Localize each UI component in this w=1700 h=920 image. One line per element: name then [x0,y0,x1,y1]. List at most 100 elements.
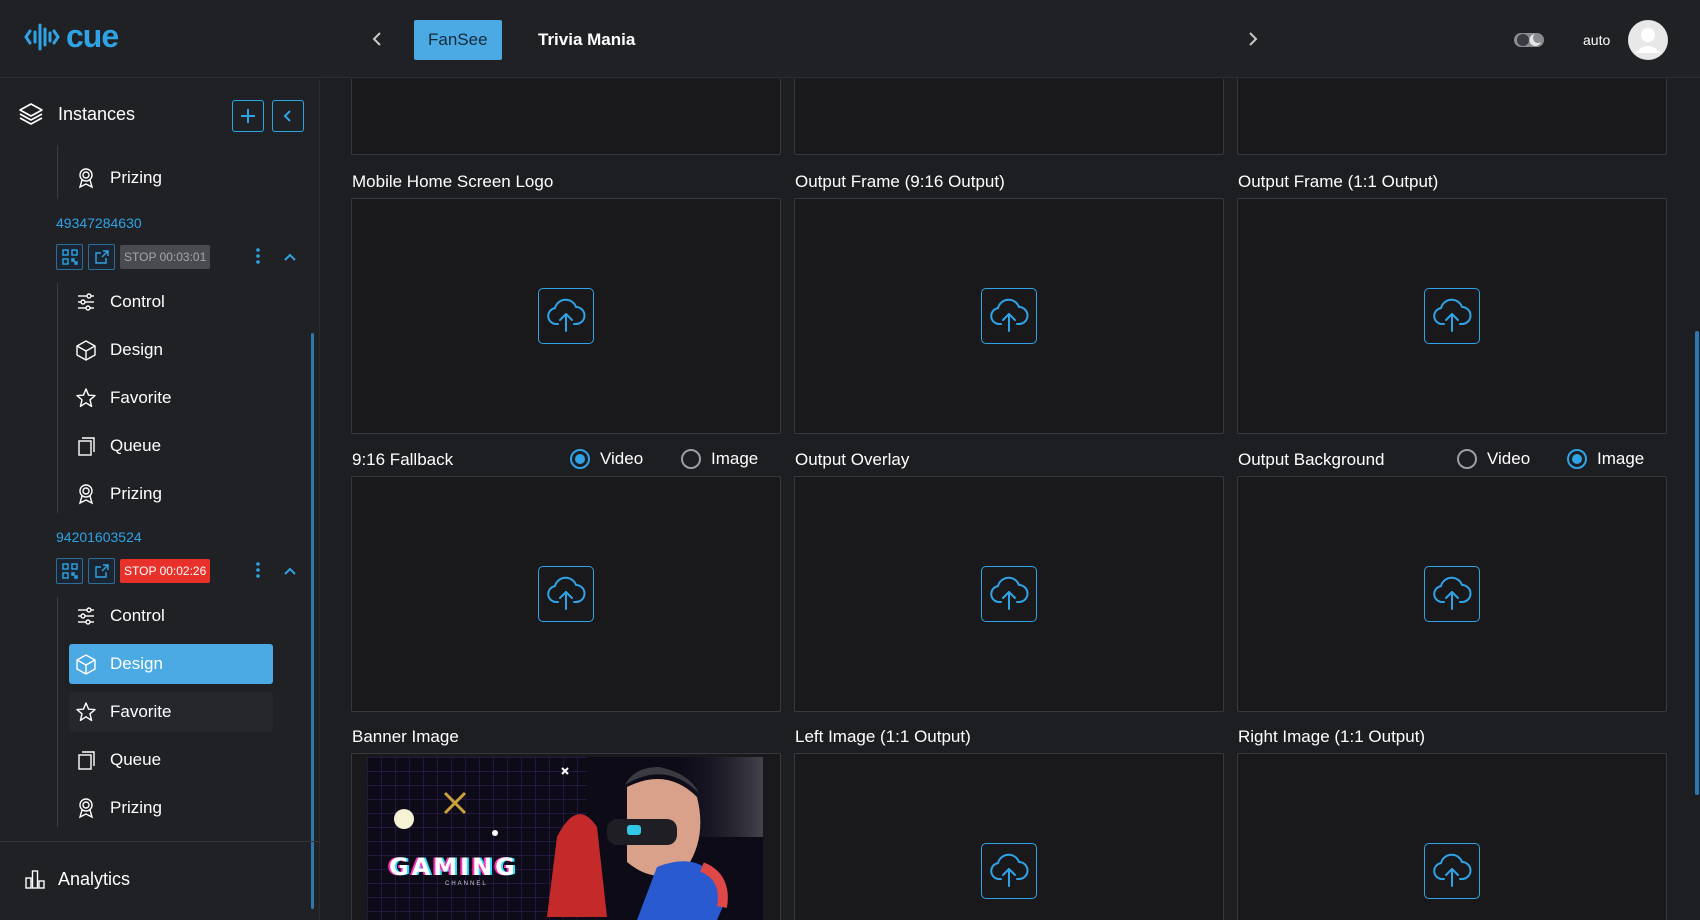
upload-button[interactable] [1424,566,1480,622]
sidebar-item-control[interactable]: Control [69,282,273,322]
upload-dropzone-frame-11[interactable] [1237,198,1667,434]
cloud-upload-icon [990,298,1029,332]
sidebar-item-design[interactable]: Design [69,330,273,370]
upload-button[interactable] [981,288,1037,344]
sidebar-item-queue[interactable]: Queue [69,740,273,780]
cloud-upload-icon [990,853,1029,887]
sidebar-item-label: Control [110,606,165,625]
banner-title: GAMING [389,853,518,881]
sidebar-item-label: Prizing [110,798,162,817]
cue-logo-icon [24,23,60,50]
qr-code-button[interactable] [56,558,83,584]
kebab-menu-icon [256,562,260,578]
sidebar-item-favorite[interactable]: Favorite [69,378,273,418]
tree-line [57,283,58,513]
upload-dropzone-fallback-916[interactable] [351,476,781,712]
content-scrollbar[interactable] [1695,331,1699,795]
upload-button[interactable] [1424,843,1480,899]
radio-indicator [1457,449,1477,469]
upload-dropzone[interactable] [351,79,781,155]
sidebar-item-prizing[interactable]: Prizing [69,474,273,514]
star-icon [75,387,97,409]
radio-label: Image [1597,449,1645,468]
app-logo[interactable]: cue [24,18,119,55]
instance-id[interactable]: 94201603524 [56,529,142,545]
sidebar: Instances Prizing 49347284630 STOP 00:03… [0,79,320,920]
open-external-button[interactable] [88,558,115,584]
collapse-instance-button[interactable] [282,249,298,265]
upload-button[interactable] [538,566,594,622]
sidebar-item-control[interactable]: Control [69,596,273,636]
sidebar-scrollbar[interactable] [311,333,314,909]
background-image-radio[interactable]: Image [1567,449,1644,469]
collapse-instance-button[interactable] [282,563,298,579]
banner-artwork [367,757,763,920]
upload-button[interactable] [538,288,594,344]
upload-dropzone-overlay[interactable] [794,476,1224,712]
sidebar-item-favorite[interactable]: Favorite [69,692,273,732]
upload-dropzone-background[interactable] [1237,476,1667,712]
stop-timer-button[interactable]: STOP 00:03:01 [120,245,211,269]
qr-code-icon [61,563,78,579]
field-label-overlay: Output Overlay [795,450,910,469]
banner-image-preview: GAMING CHANNEL [367,757,763,920]
cloud-upload-icon [1433,298,1472,332]
upload-button[interactable] [981,843,1037,899]
analytics-label: Analytics [58,868,131,889]
upload-dropzone-right-image[interactable] [1237,753,1667,920]
instance-menu-button[interactable] [253,560,263,580]
logo-text: cue [66,18,119,54]
qr-code-icon [61,249,78,265]
tabs-next-button[interactable] [1243,28,1263,50]
tab-fansee[interactable]: FanSee [414,20,502,60]
open-external-button[interactable] [88,244,115,270]
sidebar-item-prizing[interactable]: Prizing [69,158,273,198]
queue-icon [75,749,97,771]
upload-button[interactable] [981,566,1037,622]
tabs-prev-button[interactable] [367,28,387,50]
cloud-upload-icon [547,298,586,332]
collapse-sidebar-button[interactable] [272,100,304,132]
sidebar-item-prizing[interactable]: Prizing [69,788,273,828]
cube-icon [75,339,97,361]
stop-timer-button[interactable]: STOP 00:02:26 [120,559,211,583]
fallback-image-radio[interactable]: Image [681,449,758,469]
tree-line [57,145,58,199]
sidebar-item-label: Favorite [110,702,172,721]
upload-button[interactable] [1424,288,1480,344]
chevron-left-icon [283,110,291,122]
sidebar-item-design[interactable]: Design [69,644,273,684]
upload-dropzone-mobile-logo[interactable] [351,198,781,434]
chevron-up-icon [284,567,296,575]
fallback-video-radio[interactable]: Video [570,449,643,469]
sidebar-item-queue[interactable]: Queue [69,426,273,466]
cloud-upload-icon [547,576,586,610]
radio-label: Video [600,449,644,468]
radio-indicator [681,449,701,469]
cloud-upload-icon [1433,576,1472,610]
design-content: Mobile Home Screen Logo Output Frame (9:… [321,79,1700,920]
kebab-menu-icon [256,248,260,264]
add-instance-button[interactable] [232,100,264,132]
upload-dropzone[interactable] [1237,79,1667,155]
user-avatar[interactable] [1628,20,1668,60]
sidebar-item-label: Prizing [110,168,162,187]
instance-id[interactable]: 49347284630 [56,215,142,231]
radio-label: Video [1487,449,1531,468]
background-video-radio[interactable]: Video [1457,449,1530,469]
field-label-banner: Banner Image [352,727,459,746]
chevron-left-icon [372,32,381,46]
upload-dropzone-left-image[interactable] [794,753,1224,920]
theme-toggle[interactable] [1513,30,1545,50]
qr-code-button[interactable] [56,244,83,270]
instance-menu-button[interactable] [253,246,263,266]
tab-trivia-mania[interactable]: Trivia Mania [524,20,649,60]
radio-indicator [570,449,590,469]
theme-mode-label: auto [1583,32,1611,48]
sidebar-item-analytics[interactable]: Analytics [24,868,130,890]
upload-dropzone-frame-916[interactable] [794,198,1224,434]
cloud-upload-icon [990,576,1029,610]
upload-dropzone[interactable] [794,79,1224,155]
chevron-right-icon [1249,32,1258,46]
field-label-fallback-916: 9:16 Fallback [352,450,454,469]
